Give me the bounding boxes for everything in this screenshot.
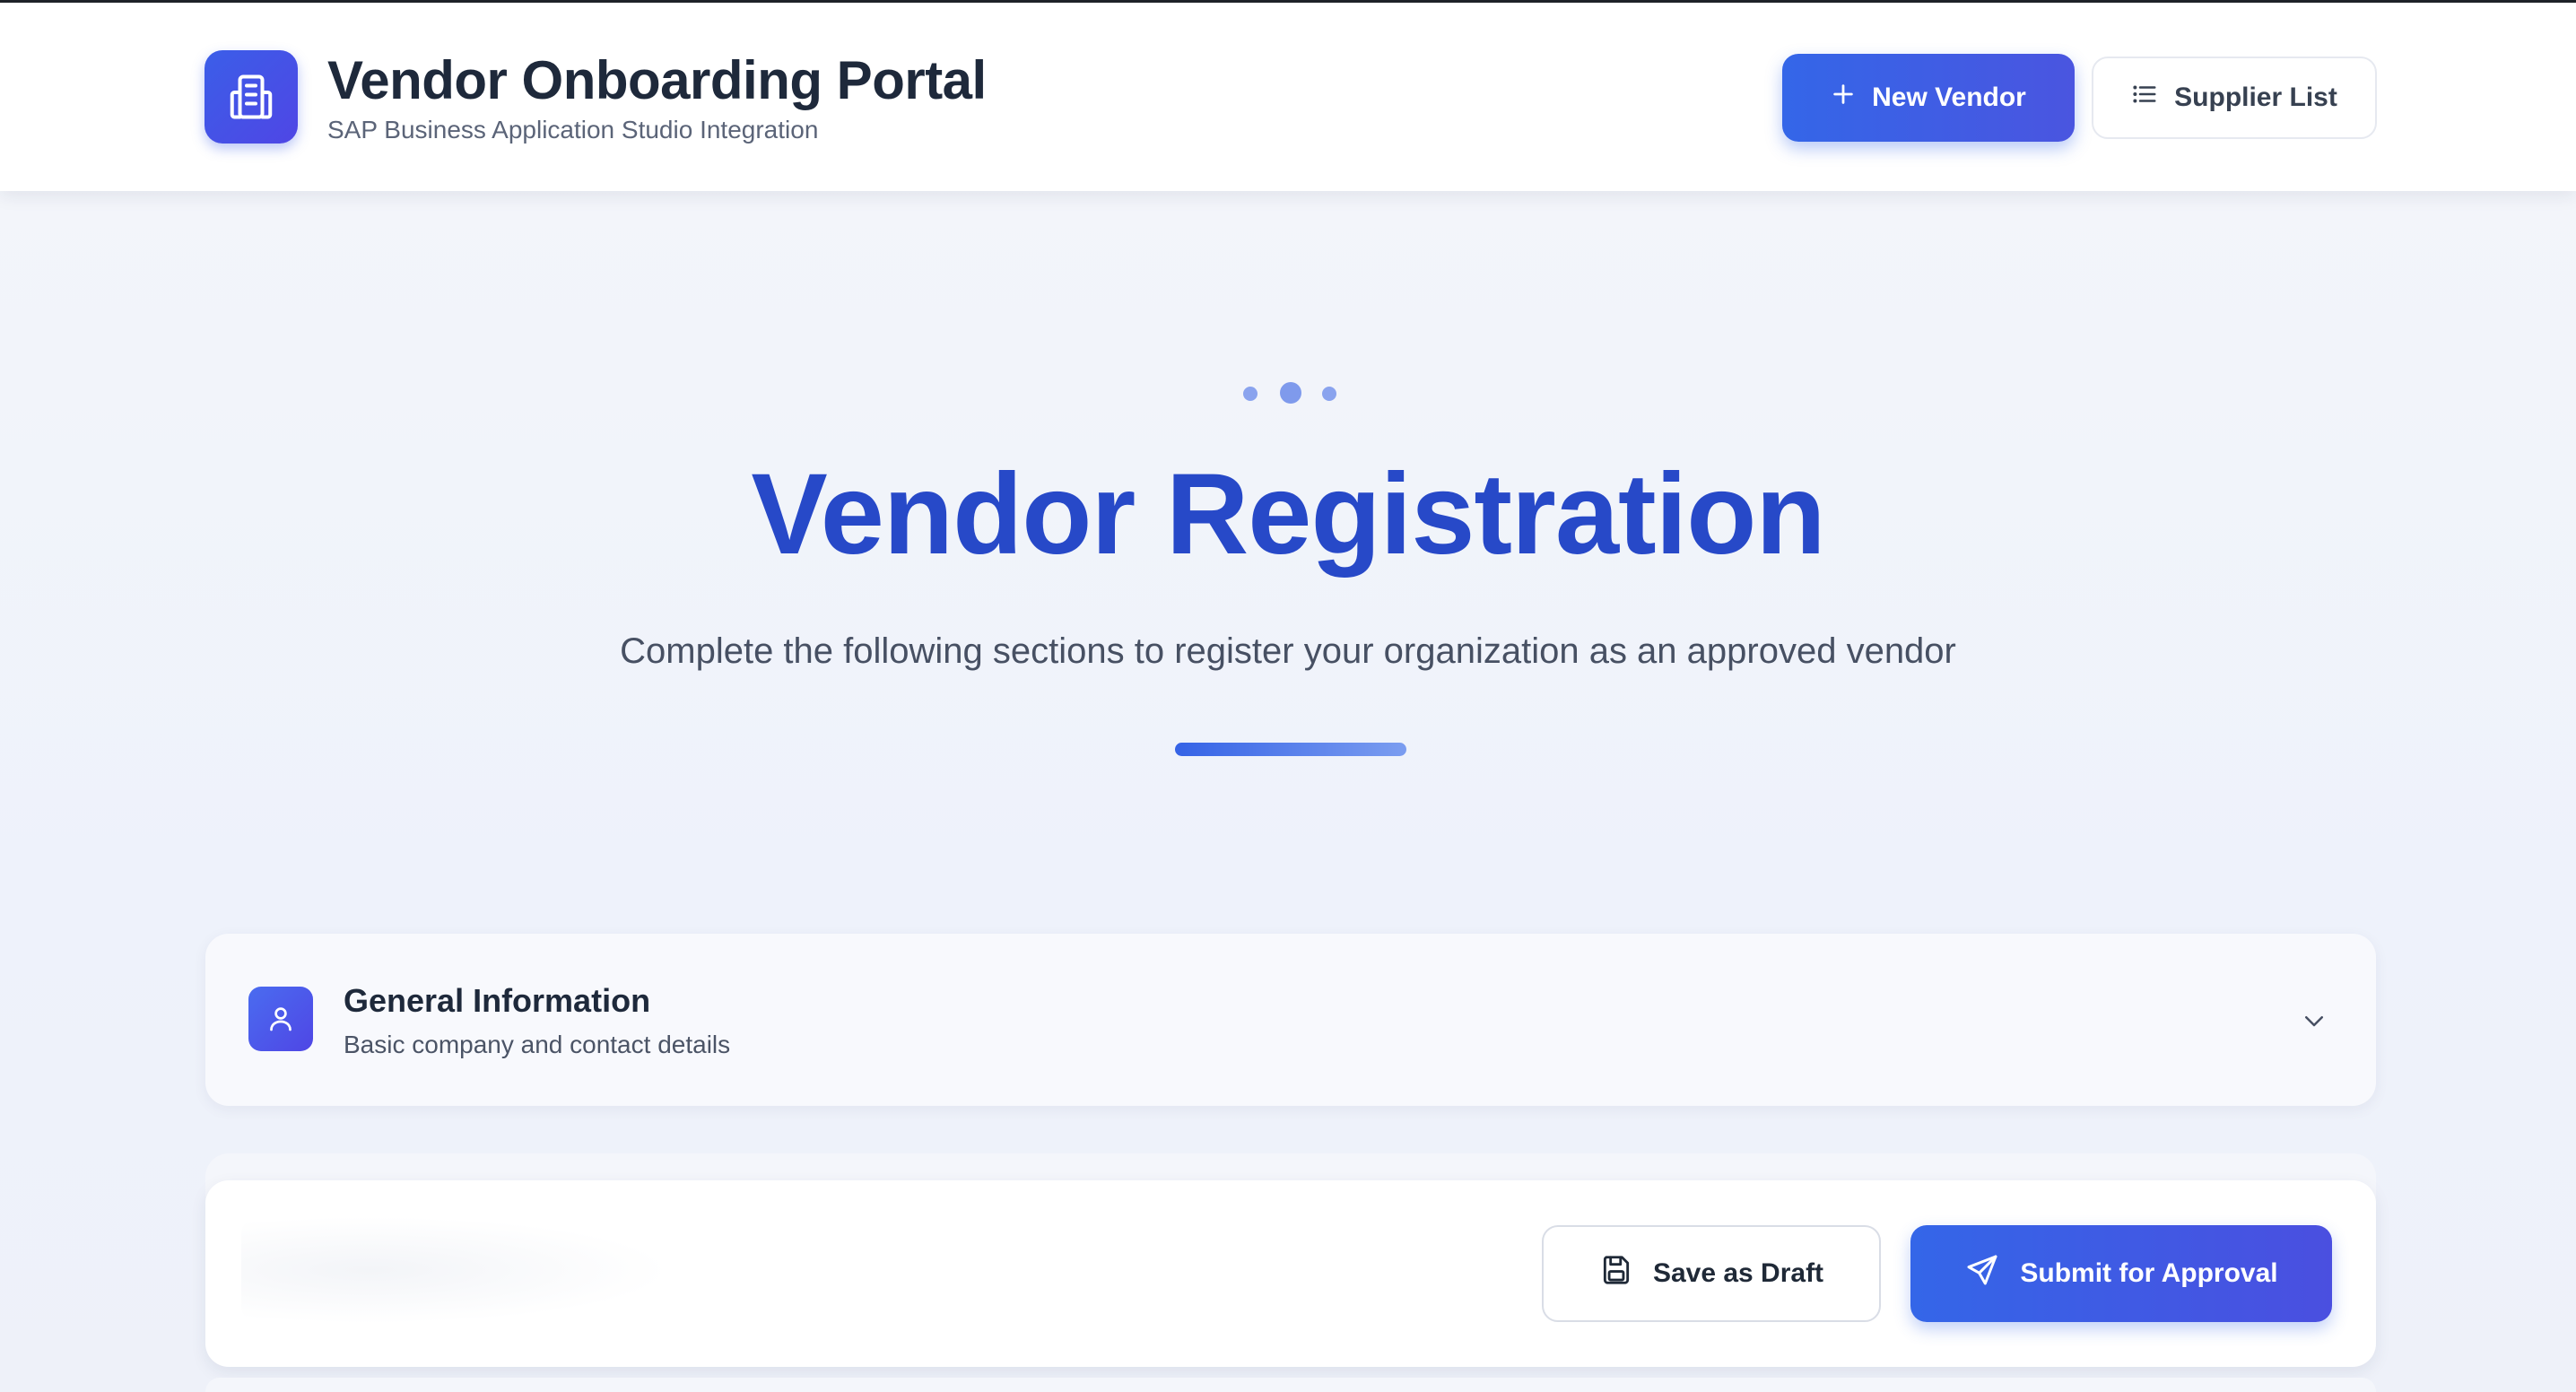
new-vendor-button[interactable]: New Vendor bbox=[1782, 54, 2075, 142]
app-header: Vendor Onboarding Portal SAP Business Ap… bbox=[0, 3, 2576, 191]
save-draft-label: Save as Draft bbox=[1652, 1258, 1824, 1288]
send-icon bbox=[1964, 1252, 2000, 1295]
loading-dots bbox=[1243, 380, 1342, 404]
page-subtitle: Complete the following sections to regis… bbox=[620, 631, 1956, 671]
dot-right bbox=[1322, 387, 1336, 401]
supplier-list-button[interactable]: Supplier List bbox=[2092, 57, 2377, 139]
submit-approval-button[interactable]: Submit for Approval bbox=[1910, 1225, 2332, 1322]
next-card-edge bbox=[205, 1378, 2376, 1392]
page-title: Vendor Registration bbox=[751, 450, 1825, 579]
app-subtitle: SAP Business Application Studio Integrat… bbox=[327, 116, 819, 144]
section-title: General Information bbox=[344, 982, 651, 1019]
save-icon bbox=[1599, 1253, 1633, 1294]
dot-left bbox=[1243, 387, 1258, 401]
section-description: Basic company and contact details bbox=[344, 1031, 731, 1058]
dot-center bbox=[1280, 382, 1301, 404]
plus-icon bbox=[1831, 82, 1856, 114]
blurred-placeholder bbox=[241, 1216, 672, 1324]
list-icon bbox=[2131, 81, 2158, 115]
building-logo-icon bbox=[205, 50, 298, 144]
submit-approval-label: Submit for Approval bbox=[2020, 1258, 2278, 1288]
save-draft-button[interactable]: Save as Draft bbox=[1542, 1225, 1881, 1322]
title-underline bbox=[1175, 743, 1406, 756]
form-actions-bar: Save as Draft Submit for Approval bbox=[205, 1180, 2376, 1367]
user-icon bbox=[248, 987, 313, 1051]
new-vendor-label: New Vendor bbox=[1872, 83, 2026, 112]
chevron-down-icon[interactable] bbox=[2301, 1007, 2328, 1034]
app-title: Vendor Onboarding Portal bbox=[327, 50, 987, 110]
supplier-list-label: Supplier List bbox=[2174, 83, 2337, 112]
section-general-information[interactable]: General Information Basic company and co… bbox=[205, 934, 2376, 1106]
